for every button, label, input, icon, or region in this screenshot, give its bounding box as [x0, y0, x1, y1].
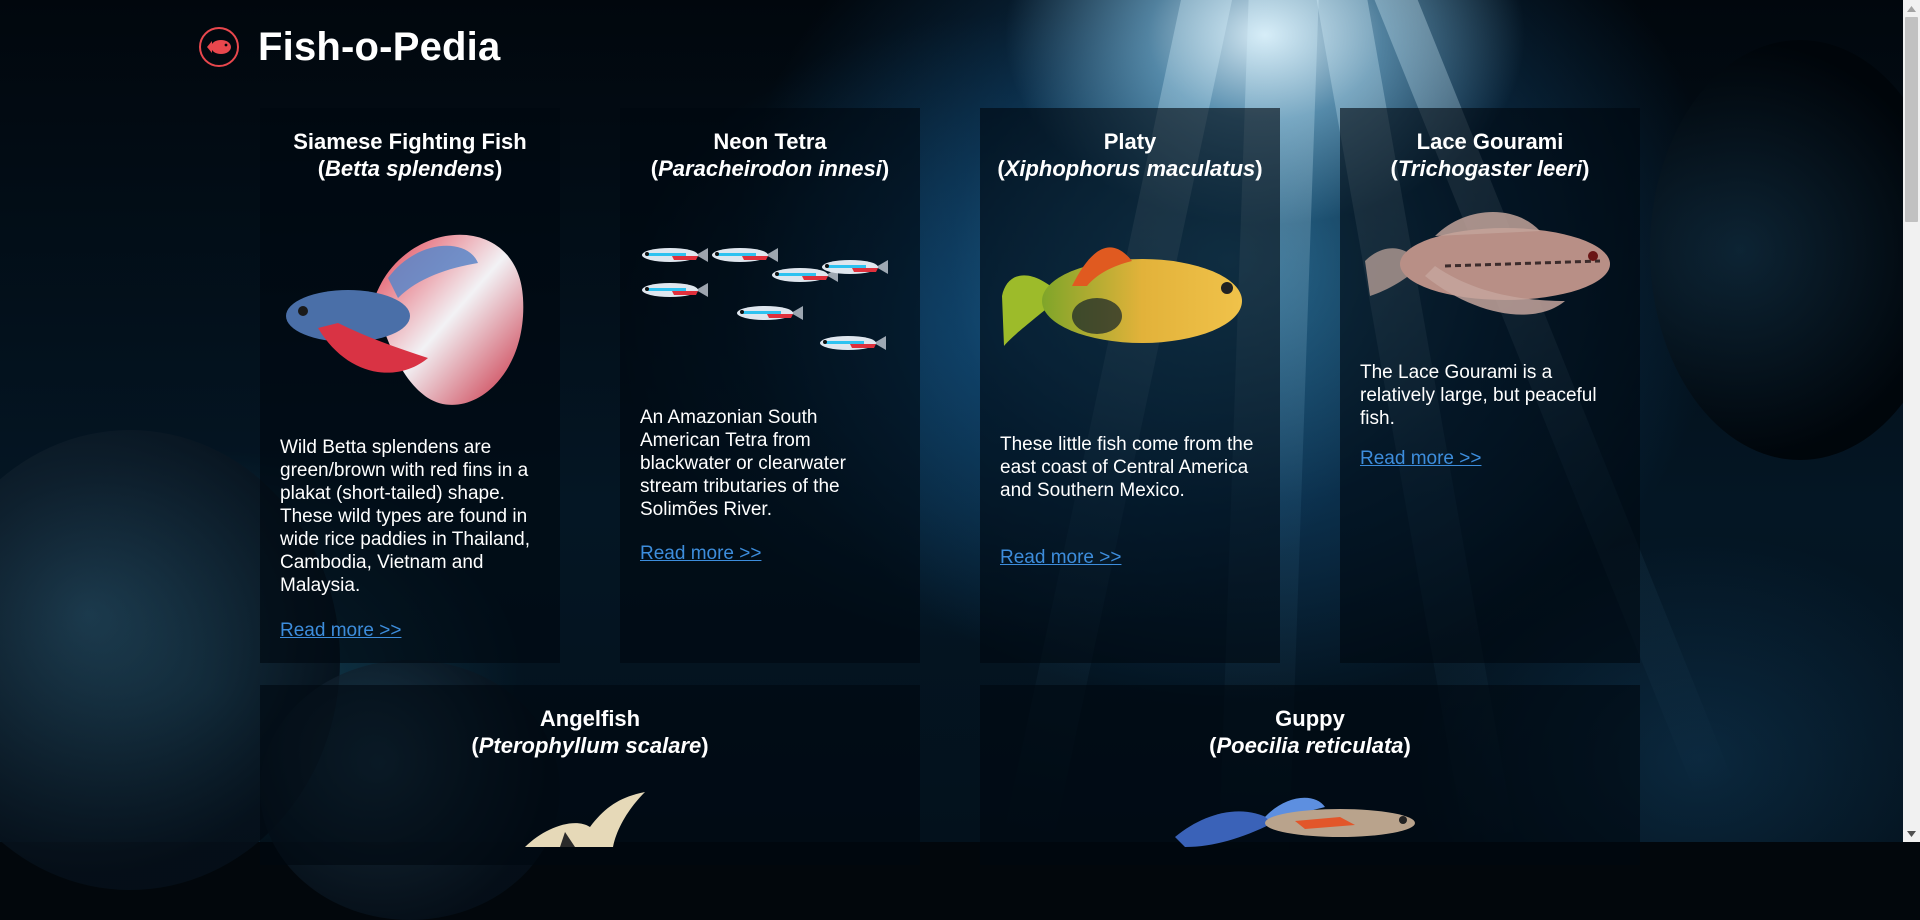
scientific-name: Betta splendens — [325, 156, 495, 181]
common-name: Siamese Fighting Fish — [293, 129, 527, 154]
common-name: Guppy — [1275, 706, 1345, 731]
site-header: Fish-o-Pedia — [198, 20, 500, 74]
scientific-name: Poecilia reticulata — [1216, 733, 1404, 758]
guppy-image — [1175, 797, 1415, 847]
card-title: Angelfish (Pterophyllum scalare) — [471, 706, 709, 758]
read-more-link[interactable]: Read more >> — [1360, 448, 1481, 470]
card-title: Guppy (Poecilia reticulata) — [1209, 706, 1411, 758]
fish-logo-icon — [199, 27, 239, 67]
common-name: Angelfish — [539, 706, 641, 731]
neon-tetra-image — [642, 248, 888, 350]
fish-card-angelfish: Angelfish (Pterophyllum scalare) — [260, 685, 920, 865]
site-title: Fish-o-Pedia — [258, 24, 501, 69]
scientific-name: Paracheirodon innesi — [658, 156, 882, 181]
card-title: Lace Gourami (Trichogaster leeri) — [1390, 129, 1590, 181]
betta-fish-image — [286, 234, 524, 405]
read-more-link[interactable]: Read more >> — [1000, 547, 1121, 569]
common-name: Neon Tetra — [713, 129, 827, 154]
scrollbar-thumb[interactable] — [1905, 17, 1918, 222]
scientific-name: Trichogaster leeri — [1397, 156, 1583, 181]
scroll-down-arrow[interactable] — [1903, 825, 1920, 842]
card-description: These little fish come from the east coa… — [1000, 434, 1254, 501]
fish-card-platy: Platy (Xiphophorus maculatus) These littl… — [980, 108, 1280, 663]
scientific-name: Pterophyllum scalare — [478, 733, 702, 758]
card-title: Siamese Fighting Fish (Betta splendens) — [293, 129, 527, 181]
lace-gourami-image — [1365, 212, 1610, 315]
card-description: An Amazonian South American Tetra from b… — [640, 407, 846, 520]
platy-fish-image — [1002, 247, 1242, 346]
fish-card-neon-tetra: Neon Tetra (Paracheirodon innesi) An Amaz… — [620, 108, 920, 663]
fish-card-betta: Siamese Fighting Fish (Betta splendens) W… — [260, 108, 560, 663]
vertical-scrollbar[interactable] — [1903, 0, 1920, 842]
scientific-name: Xiphophorus maculatus — [1004, 156, 1256, 181]
card-description: The Lace Gourami is a relatively large, … — [1360, 362, 1597, 429]
card-title: Neon Tetra (Paracheirodon innesi) — [650, 129, 890, 181]
read-more-link[interactable]: Read more >> — [640, 543, 761, 565]
card-title: Platy (Xiphophorus maculatus) — [997, 129, 1263, 181]
fish-card-lace-gourami: Lace Gourami (Trichogaster leeri) The Lac… — [1340, 108, 1640, 663]
read-more-link[interactable]: Read more >> — [280, 620, 401, 642]
card-description: Wild Betta splendens are green/brown wit… — [280, 437, 530, 596]
common-name: Platy — [1103, 129, 1157, 154]
scroll-up-arrow[interactable] — [1903, 0, 1920, 17]
common-name: Lace Gourami — [1416, 129, 1564, 154]
angelfish-image — [525, 792, 645, 847]
fish-card-guppy: Guppy (Poecilia reticulata) — [980, 685, 1640, 865]
